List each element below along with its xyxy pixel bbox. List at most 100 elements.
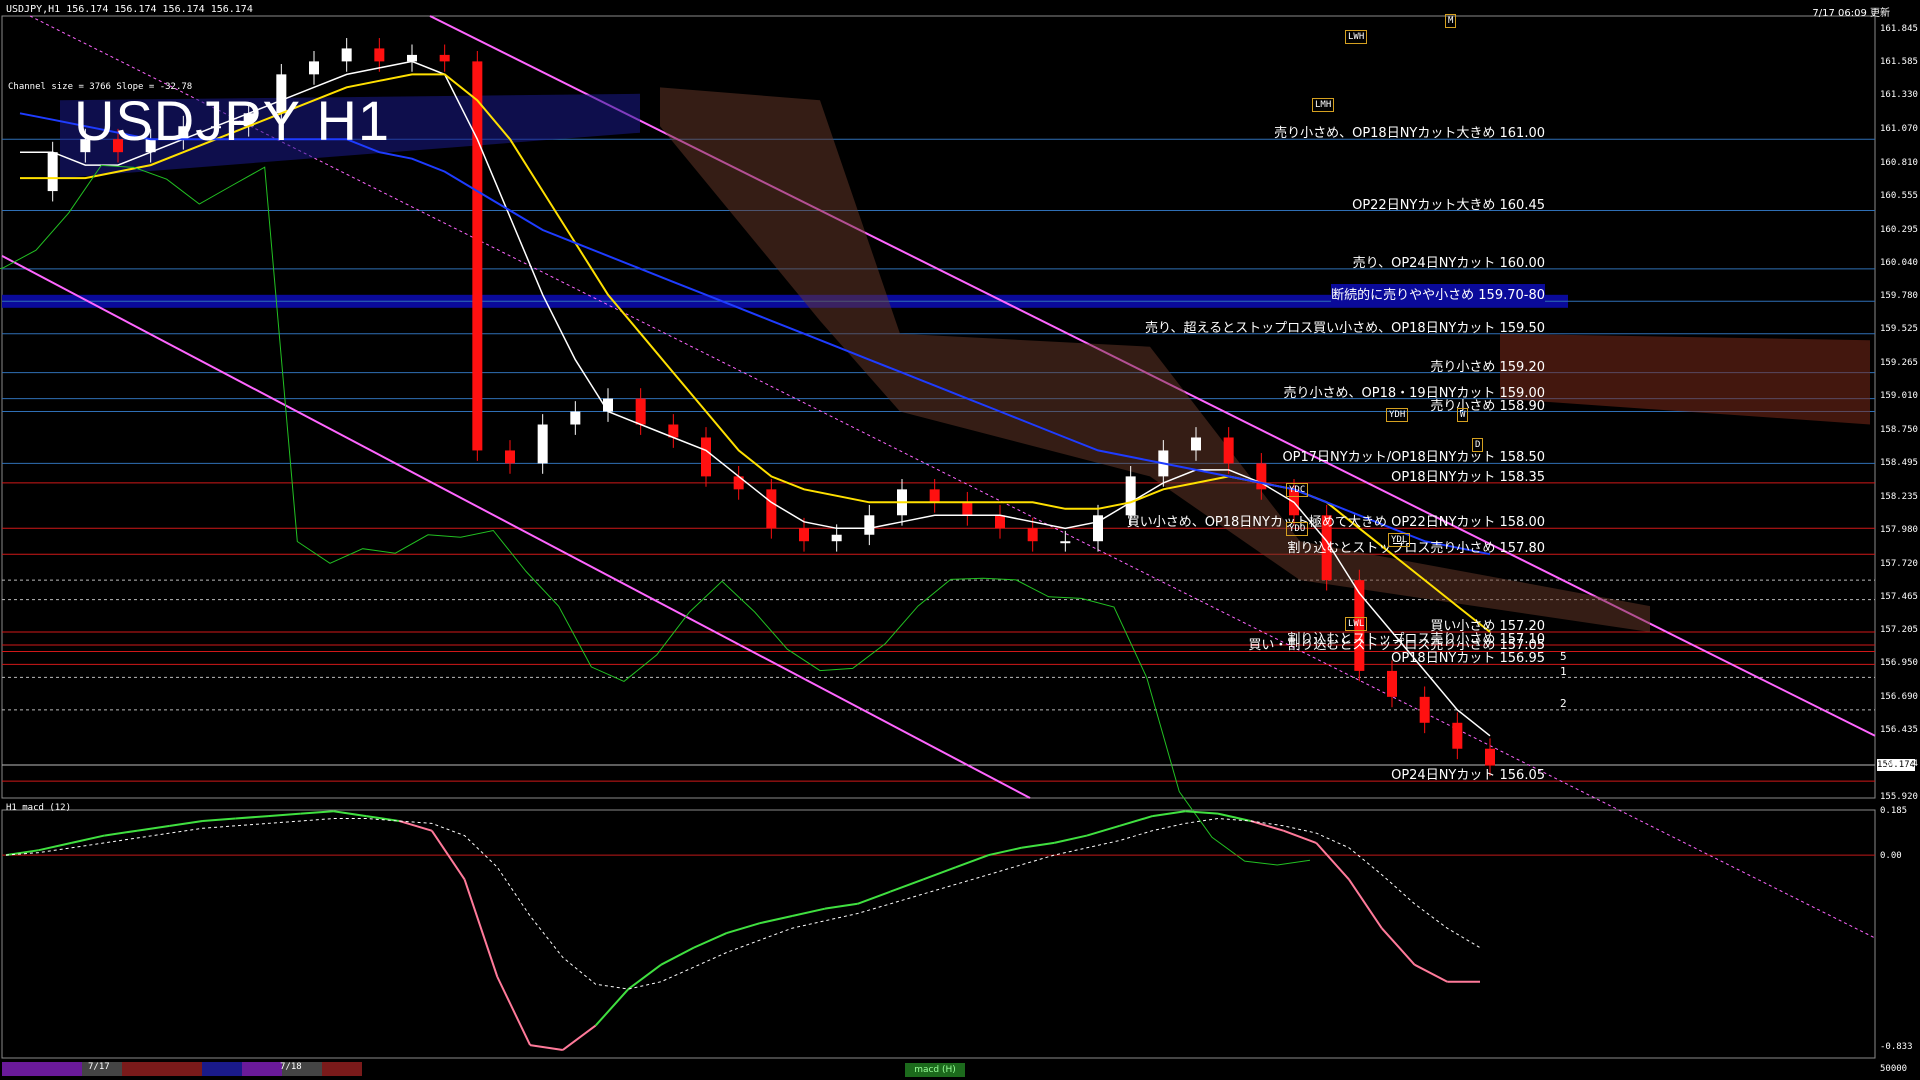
footer-strip-8 [322,1062,362,1076]
candle-body-26 [864,515,875,535]
macd-main-seg-39 [1250,820,1284,832]
macd-main-seg-37 [1185,810,1219,815]
macd-main-seg-35 [1119,815,1153,827]
annotation-7: 売り小さめ 158.90 [1430,398,1545,414]
price-tick-11: 159.010 [1880,391,1918,402]
footer-strip-6 [242,1062,282,1076]
macd-main-seg-17 [529,1044,563,1051]
annotation-8: OP17日NYカット/OP18日NYカット 158.50 [1282,450,1545,466]
small-number-0: 5 [1560,650,1567,663]
price-tick-18: 157.205 [1880,625,1918,636]
macd-main-seg-19 [594,988,630,1027]
macd-main-seg-40 [1283,829,1317,844]
candle-body-42 [1387,670,1397,697]
macd-main-seg-25 [791,907,826,917]
macd-main-seg-16 [496,976,531,1046]
candle-body-30 [995,515,1005,529]
annotation-10: 買い小さめ、OP18日NYカット極めて大きめ OP22日NYカット 158.00 [1126,515,1545,531]
macd-main-seg-24 [759,914,793,925]
macd-main-seg-5 [136,824,170,832]
price-tick-2: 161.330 [1880,90,1918,101]
candle-body-16 [537,424,548,464]
symbol-info: USDJPY,H1 156.174 156.174 156.174 156.17… [6,4,253,15]
macd-main-seg-34 [1086,824,1120,837]
annotation-4: 売り、超えるとストップロス買い小さめ、OP18日NYカット 159.50 [1145,320,1545,336]
footer-date-1: 7/17 [88,1062,110,1072]
price-tick-12: 158.750 [1880,424,1918,435]
macd-main-seg-6 [169,819,203,827]
annotation-9: OP18日NYカット 158.35 [1391,469,1545,485]
macd-main-seg-1 [5,849,39,857]
macd-main-seg-20 [627,963,662,990]
chart-title: USDJPY H1 [74,89,391,152]
macd-main-seg-31 [988,846,1022,857]
annotation-11: 割り込むとストップロス売り小さめ 157.80 [1287,541,1545,557]
price-tick-6: 160.295 [1880,224,1918,235]
price-tick-21: 156.435 [1880,725,1918,736]
macd-main-seg-4 [104,829,138,837]
macd-main-seg-13 [398,820,433,832]
level-tag-9: M [1445,14,1457,28]
candle-body-21 [701,437,711,477]
macd-main-seg-15 [463,879,499,978]
candle-body-34 [1125,476,1136,516]
macd-main-seg-32 [1021,841,1055,849]
price-tick-9: 159.525 [1880,324,1918,335]
candle-body-25 [831,534,842,542]
candle-body-44 [1452,722,1463,749]
candle-body-24 [799,528,809,542]
macd-main-seg-36 [1152,810,1186,818]
candle-body-15 [505,450,515,464]
level-tag-4: YDO [1286,522,1309,536]
price-tick-20: 156.690 [1880,692,1918,703]
indicator-label: H1 macd (12) [6,803,72,813]
price-tick-22: 156.174 [1880,759,1918,770]
macd-tick-0: 0.185 [1880,806,1908,816]
candle-body-13 [439,54,450,62]
candle-body-12 [407,54,417,62]
footer-strip-3 [122,1062,162,1076]
annotation-5: 売り小さめ 159.20 [1430,359,1545,375]
price-tick-8: 159.780 [1880,291,1918,302]
macd-main-seg-27 [857,890,891,905]
macd-main-seg-22 [693,932,728,949]
macd-main-seg-42 [1348,878,1383,929]
indicator-tab[interactable]: macd (H) [905,1063,965,1077]
update-datetime: 7/17 06:09 更新 [1812,8,1890,19]
macd-tick-2: -0.833 [1880,1042,1913,1052]
candle-body-29 [962,502,973,516]
footer-strip-5 [202,1062,242,1076]
candle-body-23 [766,489,777,529]
macd-main-seg-3 [71,834,105,844]
annotation-15: OP18日NYカット 156.95 [1391,651,1545,667]
macd-main-seg-23 [726,922,760,934]
macd-panel-frame [1,809,1876,1059]
price-tick-4: 160.810 [1880,157,1918,168]
macd-main-seg-44 [1414,963,1448,983]
level-tag-1: LMH [1312,98,1335,112]
price-tick-7: 160.040 [1880,257,1918,268]
annotation-16: OP24日NYカット 156.05 [1391,768,1545,784]
price-tick-1: 161.585 [1880,57,1918,68]
macd-main-seg-29 [922,866,957,881]
macd-main-seg-33 [1053,834,1088,844]
price-tick-23: 155.920 [1880,792,1918,802]
level-tag-6: LWL [1345,617,1368,631]
macd-main-seg-43 [1380,927,1416,966]
candle-body-45 [1485,748,1495,766]
price-tick-15: 157.980 [1880,524,1918,535]
footer-strip-0 [2,1062,42,1076]
annotation-2: 売り、OP24日NYカット 160.00 [1352,255,1545,271]
level-tag-7: W [1457,408,1469,422]
price-tick-3: 161.070 [1880,124,1918,135]
price-tick-5: 160.555 [1880,190,1918,201]
candle-body-10 [341,48,352,62]
annotation-1: OP22日NYカット大きめ 160.45 [1352,197,1545,213]
ichimoku-cloud-future [1500,333,1870,425]
level-tag-3: YDC [1286,483,1309,497]
price-chart [0,15,1876,1076]
macd-tick-1: 0.00 [1880,851,1902,862]
price-tick-16: 157.720 [1880,558,1918,569]
macd-main-seg-2 [38,841,72,852]
price-tick-17: 157.465 [1880,591,1918,602]
